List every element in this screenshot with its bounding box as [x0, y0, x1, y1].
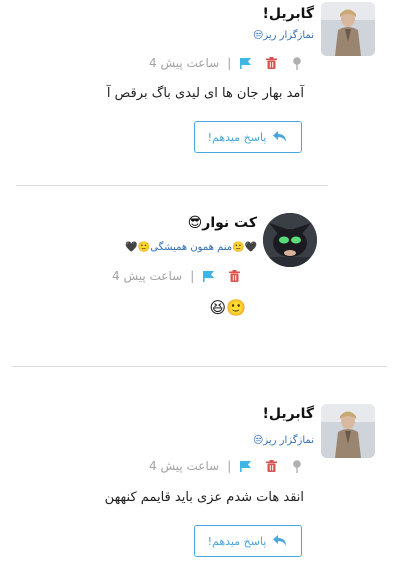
reply-button[interactable]: پاسخ میدهم!	[194, 121, 302, 153]
timestamp: 4 ساعت پیش	[112, 269, 183, 283]
avatar[interactable]	[263, 213, 317, 267]
trash-icon[interactable]	[264, 56, 278, 70]
reply-label: پاسخ میدهم!	[207, 130, 267, 144]
comment-meta: 4 ساعت پیش |	[149, 458, 304, 474]
flag-icon[interactable]	[238, 459, 252, 473]
author-name: کت نوار😎	[187, 215, 257, 231]
author-name: گابریل!	[262, 6, 314, 22]
comment-3: گابریل! نمازگزار ریز😒 4 ساعت پیش | انقد …	[0, 366, 400, 581]
pin-icon[interactable]	[290, 459, 304, 473]
pin-icon[interactable]	[290, 56, 304, 70]
reply-arrow-icon	[273, 131, 288, 143]
meta-separator: |	[190, 269, 195, 283]
timestamp: 4 ساعت پیش	[149, 56, 220, 70]
trash-icon[interactable]	[264, 459, 278, 473]
comment-meta: 4 ساعت پیش |	[149, 55, 304, 71]
flag-icon[interactable]	[201, 269, 215, 283]
meta-separator: |	[227, 56, 232, 70]
comments-page: گابریل! نمازگزار ریز😒 4 ساعت پیش | آمد ب…	[0, 0, 400, 581]
author-name: گابریل!	[262, 406, 314, 422]
reply-button[interactable]: پاسخ میدهم!	[194, 525, 302, 557]
comment-text: آمد بهار جان ها ای لیدی باگ برقص آ	[106, 86, 304, 101]
comment-1: گابریل! نمازگزار ریز😒 4 ساعت پیش | آمد ب…	[0, 0, 400, 185]
comment-text: 🙂😆	[209, 298, 246, 317]
comment-text: انقد هات شدم عزی باید قایمم کنههن	[104, 490, 304, 505]
avatar[interactable]	[321, 2, 375, 56]
author-subtitle: نمازگزار ریز😒	[252, 30, 314, 41]
meta-separator: |	[227, 459, 232, 473]
author-subtitle: 🖤🙂منم همون همیشگی🙂🖤	[125, 242, 257, 253]
reply-label: پاسخ میدهم!	[207, 534, 267, 548]
flag-icon[interactable]	[238, 56, 252, 70]
avatar[interactable]	[321, 404, 375, 458]
timestamp: 4 ساعت پیش	[149, 459, 220, 473]
author-subtitle: نمازگزار ریز😒	[252, 435, 314, 446]
comment-meta: 4 ساعت پیش |	[112, 268, 241, 284]
reply-arrow-icon	[273, 535, 288, 547]
comment-2: کت نوار😎 🖤🙂منم همون همیشگی🙂🖤 4 ساعت پیش …	[0, 185, 400, 366]
trash-icon[interactable]	[227, 269, 241, 283]
